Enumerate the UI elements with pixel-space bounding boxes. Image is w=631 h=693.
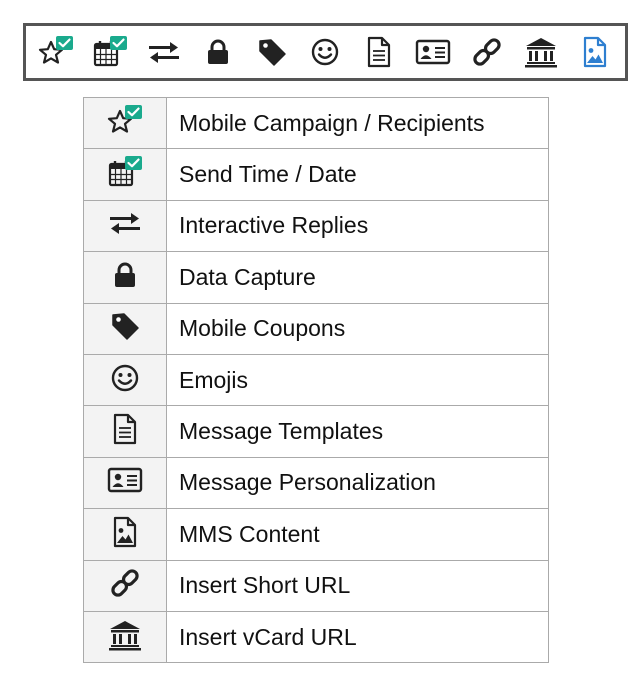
legend-icon-cell bbox=[83, 199, 167, 253]
id-card-icon bbox=[107, 466, 143, 494]
legend-icon-cell bbox=[83, 148, 167, 201]
emojis-button[interactable] bbox=[305, 32, 345, 72]
legend-row-send-time: Send Time / Date bbox=[83, 148, 549, 201]
bank-icon bbox=[108, 619, 142, 651]
legend-label: Message Personalization bbox=[166, 456, 549, 510]
legend-row-short-url: Insert Short URL bbox=[83, 559, 549, 612]
legend-label: Emojis bbox=[166, 353, 549, 407]
mobile-coupons-button[interactable] bbox=[252, 32, 292, 72]
legend-row-emojis: Emojis bbox=[83, 353, 549, 407]
lock-icon bbox=[113, 261, 137, 289]
legend-icon-cell bbox=[83, 559, 167, 612]
legend-row-interactive-replies: Interactive Replies bbox=[83, 199, 549, 253]
lock-icon bbox=[206, 38, 230, 66]
legend-icon-cell bbox=[83, 302, 167, 355]
bank-icon bbox=[524, 36, 558, 68]
personalization-button[interactable] bbox=[413, 32, 453, 72]
link-icon bbox=[471, 36, 503, 68]
arrows-exchange-icon bbox=[147, 39, 181, 65]
legend-label: MMS Content bbox=[166, 508, 549, 561]
id-card-icon bbox=[415, 38, 451, 66]
legend-row-personalization: Message Personalization bbox=[83, 456, 549, 510]
icon-legend-table: Mobile Campaign / Recipients Send Time /… bbox=[83, 96, 549, 664]
legend-icon-cell bbox=[83, 405, 167, 458]
smiley-icon bbox=[110, 363, 140, 393]
legend-icon-cell bbox=[83, 508, 167, 561]
calendar-check-icon bbox=[92, 35, 128, 69]
tag-icon bbox=[257, 37, 287, 67]
legend-icon-cell bbox=[83, 353, 167, 407]
image-file-icon bbox=[582, 36, 608, 68]
message-templates-button[interactable] bbox=[359, 32, 399, 72]
smiley-icon bbox=[310, 37, 340, 67]
editor-toolbar bbox=[23, 23, 628, 81]
legend-label: Mobile Campaign / Recipients bbox=[166, 96, 549, 150]
legend-label: Insert Short URL bbox=[166, 559, 549, 612]
document-icon bbox=[112, 413, 138, 445]
data-capture-button[interactable] bbox=[198, 32, 238, 72]
legend-row-recipients: Mobile Campaign / Recipients bbox=[83, 96, 549, 150]
arrows-exchange-icon bbox=[108, 210, 142, 236]
legend-icon-cell bbox=[83, 610, 167, 664]
legend-label: Send Time / Date bbox=[166, 148, 549, 201]
recipients-button[interactable] bbox=[36, 32, 76, 72]
legend-row-mms-content: MMS Content bbox=[83, 508, 549, 561]
legend-icon-cell bbox=[83, 96, 167, 150]
legend-label: Data Capture bbox=[166, 251, 549, 304]
legend-row-message-templates: Message Templates bbox=[83, 405, 549, 458]
legend-row-vcard-url: Insert vCard URL bbox=[83, 610, 549, 664]
image-file-icon bbox=[112, 516, 138, 548]
legend-row-data-capture: Data Capture bbox=[83, 251, 549, 304]
link-icon bbox=[109, 567, 141, 599]
vcard-url-button[interactable] bbox=[521, 32, 561, 72]
star-check-icon bbox=[107, 104, 143, 138]
interactive-replies-button[interactable] bbox=[144, 32, 184, 72]
legend-label: Message Templates bbox=[166, 405, 549, 458]
legend-label: Mobile Coupons bbox=[166, 302, 549, 355]
legend-icon-cell bbox=[83, 251, 167, 304]
send-time-button[interactable] bbox=[90, 32, 130, 72]
star-check-icon bbox=[38, 35, 74, 69]
legend-icon-cell bbox=[83, 456, 167, 510]
mms-content-button[interactable] bbox=[575, 32, 615, 72]
document-icon bbox=[366, 36, 392, 68]
legend-row-mobile-coupons: Mobile Coupons bbox=[83, 302, 549, 355]
calendar-check-icon bbox=[107, 155, 143, 189]
tag-icon bbox=[110, 311, 140, 341]
short-url-button[interactable] bbox=[467, 32, 507, 72]
legend-label: Interactive Replies bbox=[166, 199, 549, 253]
legend-label: Insert vCard URL bbox=[166, 610, 549, 664]
